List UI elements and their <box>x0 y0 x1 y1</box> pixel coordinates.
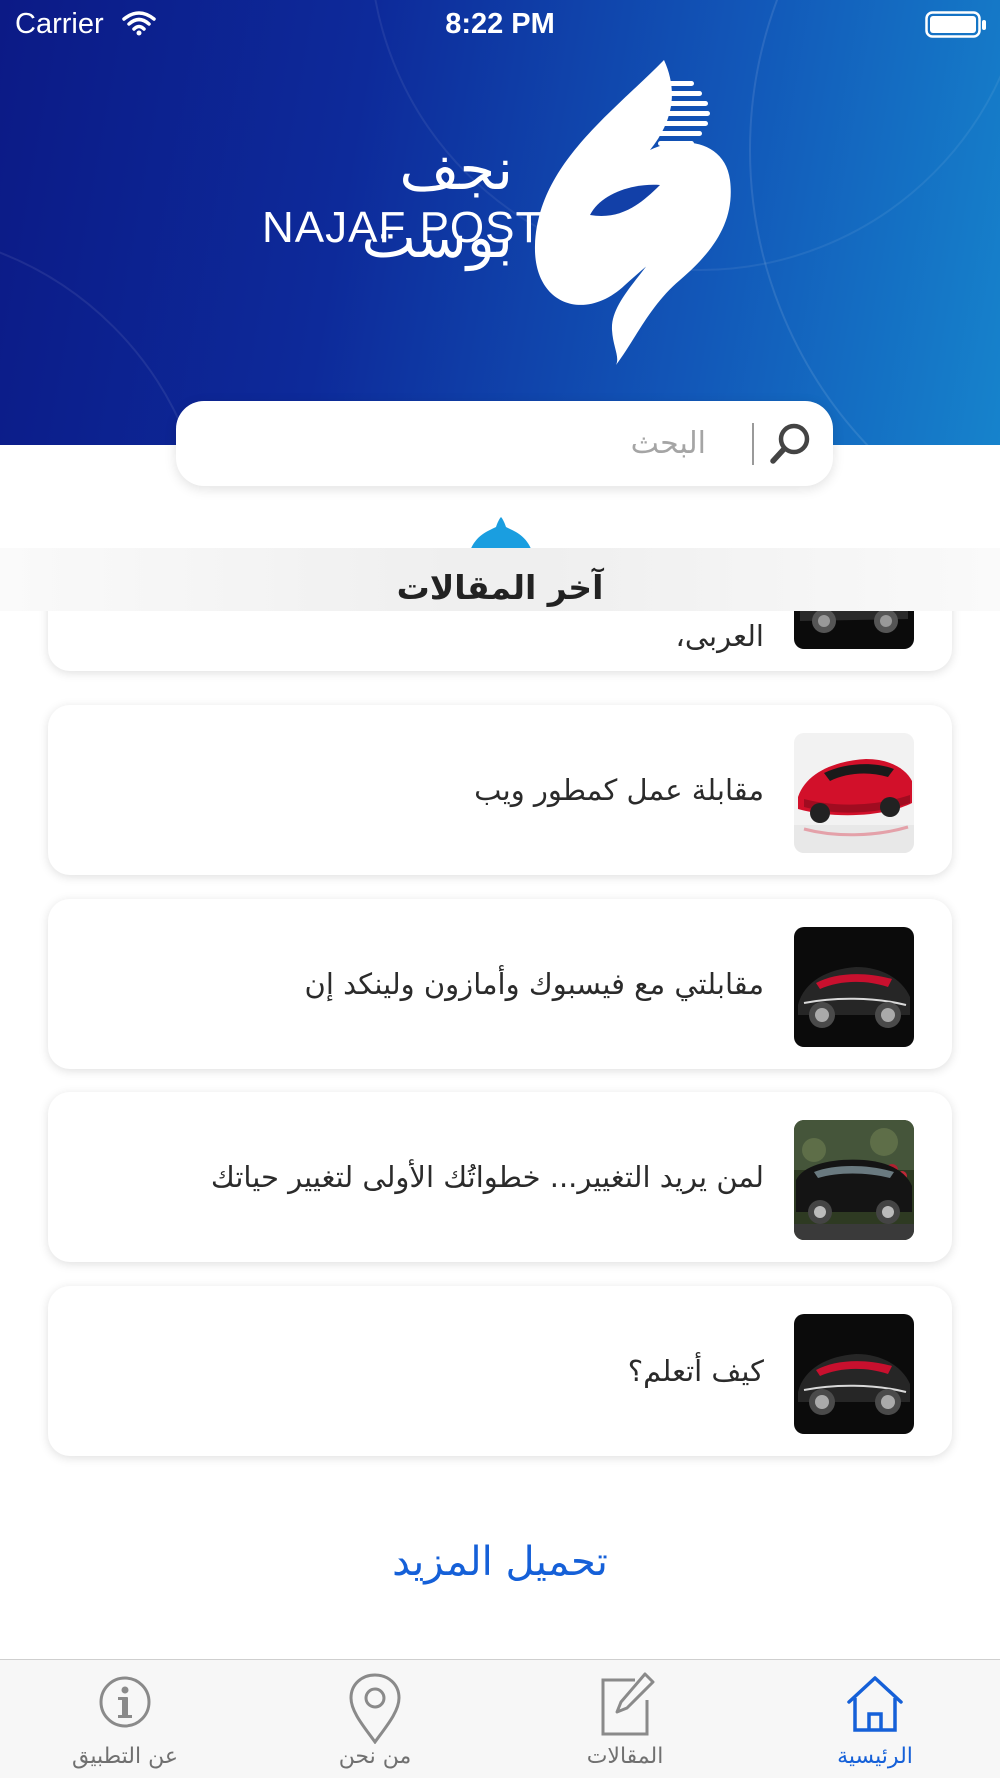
location-pin-icon <box>349 1673 401 1744</box>
article-title: كيف أتعلم؟ <box>627 1354 764 1388</box>
article-thumbnail <box>794 611 914 649</box>
brand-name-english: NAJAF POST <box>262 203 544 252</box>
article-title: لمن يريد التغيير... خطواتُك الأولى لتغيي… <box>210 1160 764 1194</box>
search-icon[interactable] <box>769 421 813 465</box>
article-thumbnail <box>794 1314 914 1434</box>
info-icon <box>99 1676 151 1728</box>
tab-about-us[interactable]: من نحن <box>250 1660 500 1778</box>
tab-bar: عن التطبيق من نحن المقالات الرئيسية <box>0 1659 1000 1778</box>
edit-icon <box>601 1672 655 1736</box>
search-bar <box>176 401 833 486</box>
najaf-post-logo-icon <box>534 60 731 365</box>
article-title: العربى، <box>675 619 765 653</box>
tab-label: المقالات <box>586 1744 664 1769</box>
article-thumbnail <box>794 927 914 1047</box>
ornament-icon <box>470 517 532 551</box>
status-bar: Carrier 8:22 PM <box>0 0 1000 50</box>
article-card[interactable]: مقابلتي مع فيسبوك وأمازون ولينكد إن <box>48 899 952 1069</box>
tab-about-app[interactable]: عن التطبيق <box>0 1660 250 1778</box>
tab-label: من نحن <box>338 1744 412 1769</box>
search-divider <box>752 423 754 465</box>
status-time: 8:22 PM <box>445 8 555 40</box>
section-header: آخر المقالات <box>0 548 1000 611</box>
article-thumbnail <box>794 1120 914 1240</box>
article-card[interactable]: كيف أتعلم؟ <box>48 1286 952 1456</box>
home-icon <box>847 1676 903 1732</box>
article-thumbnail <box>794 733 914 853</box>
header-banner: Carrier 8:22 PM نجف بوست NAJAF POST <box>0 0 1000 445</box>
article-title: مقابلة عمل كمطور ويب <box>474 773 764 807</box>
tab-articles[interactable]: المقالات <box>500 1660 750 1778</box>
search-input[interactable] <box>206 413 706 473</box>
section-title: آخر المقالات <box>396 568 604 607</box>
battery-icon <box>925 11 986 38</box>
tab-home[interactable]: الرئيسية <box>750 1660 1000 1778</box>
article-card[interactable]: مقابلة عمل كمطور ويب <box>48 705 952 875</box>
article-card[interactable]: لمن يريد التغيير... خطواتُك الأولى لتغيي… <box>48 1092 952 1262</box>
app-screen: Carrier 8:22 PM نجف بوست NAJAF POST البح… <box>0 0 1000 1778</box>
load-more-button[interactable]: تحميل المزيد <box>300 1532 700 1592</box>
tab-label: عن التطبيق <box>72 1744 178 1769</box>
article-title: مقابلتي مع فيسبوك وأمازون ولينكد إن <box>304 967 764 1001</box>
article-card[interactable]: العربى، <box>48 611 952 671</box>
tab-label: الرئيسية <box>837 1744 913 1769</box>
articles-list[interactable]: العربى، مقابلة عمل كمطور ويب مقابلتي مع … <box>0 611 1000 1659</box>
